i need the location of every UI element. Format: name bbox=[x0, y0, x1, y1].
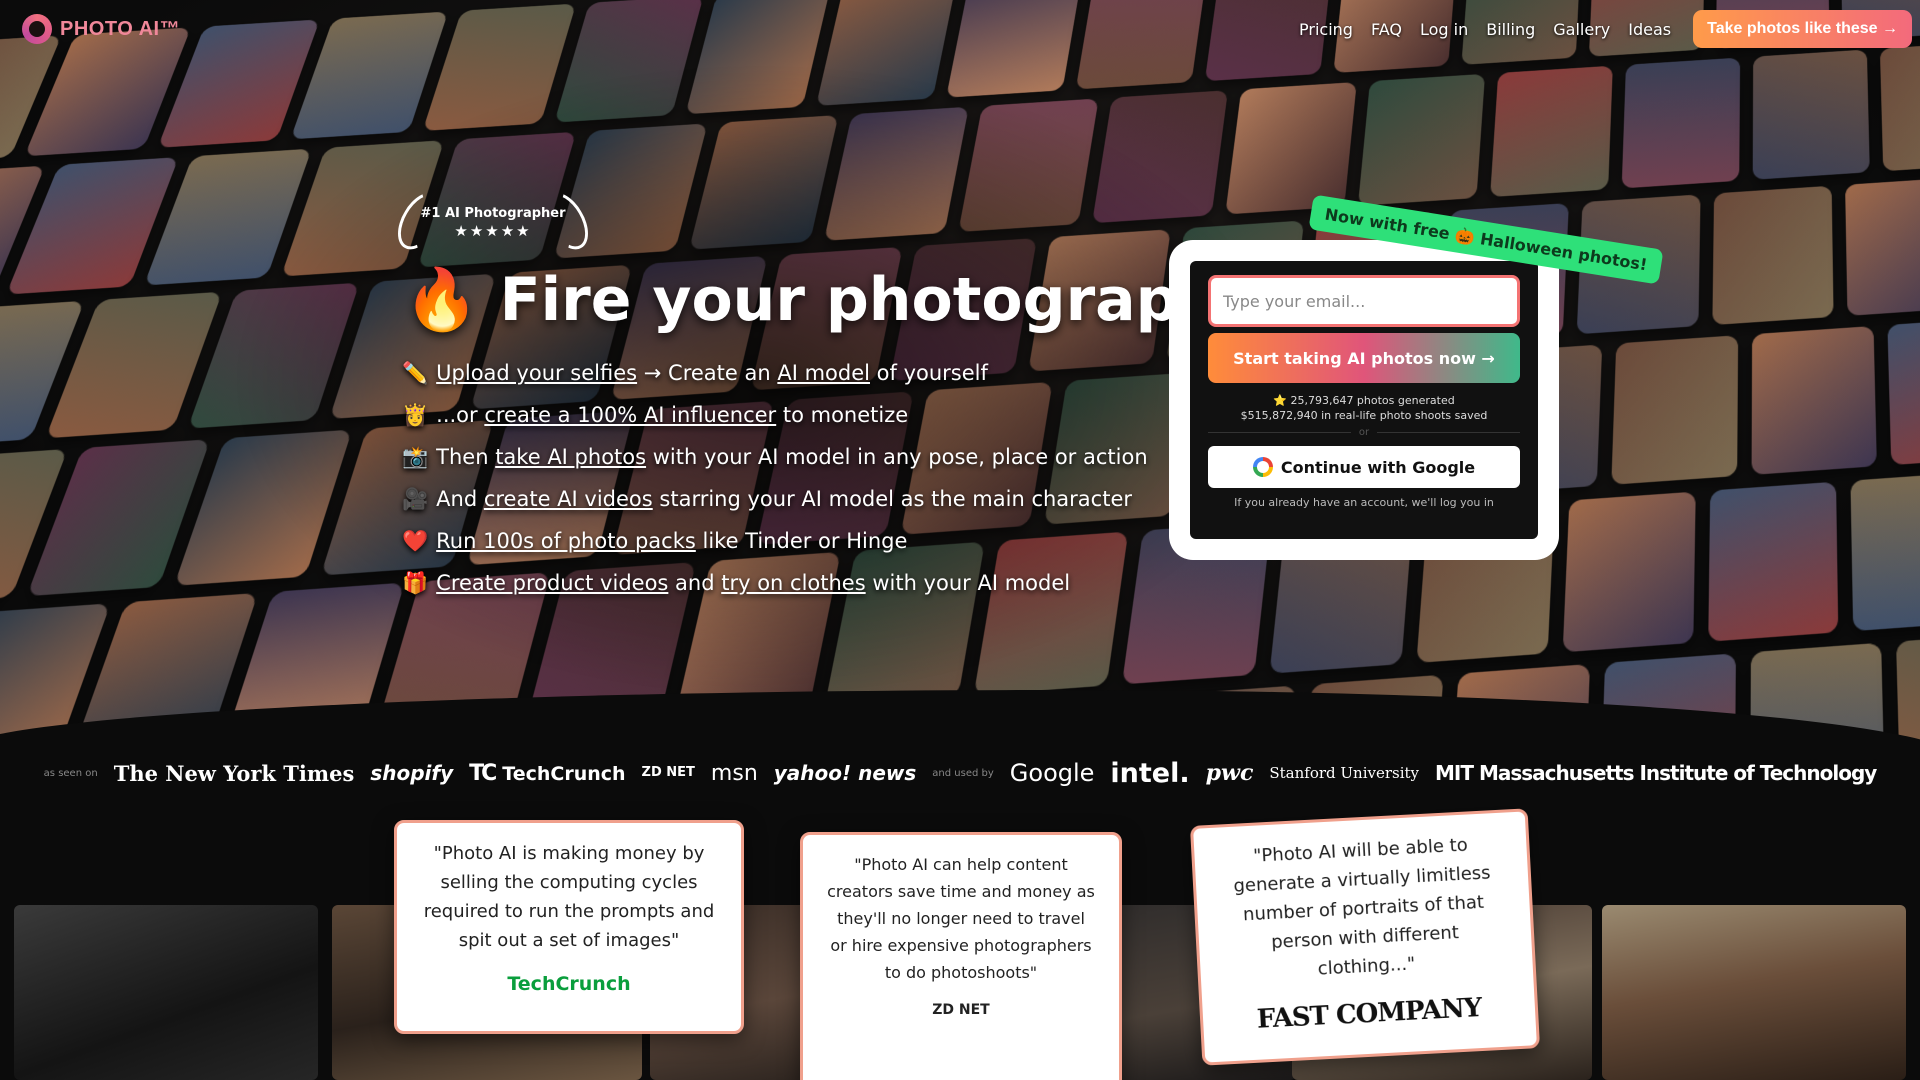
feature-item: 👸 ...or create a 100% AI influencer to mo… bbox=[402, 394, 1148, 436]
feature-text: Then bbox=[436, 445, 496, 469]
quote-card-techcrunch: "Photo AI is making money by selling the… bbox=[394, 820, 744, 1034]
feature-text: ...or bbox=[436, 403, 485, 427]
feature-text: And bbox=[436, 487, 484, 511]
start-photos-button[interactable]: Start taking AI photos now → bbox=[1208, 333, 1520, 383]
feature-text: like Tinder or Hinge bbox=[695, 529, 908, 553]
feature-item: 🎁 Create product videos and try on clothe… bbox=[402, 562, 1148, 604]
pwc-logo: pwc bbox=[1205, 760, 1254, 786]
nav-links: Pricing FAQ Log in Billing Gallery Ideas… bbox=[1299, 10, 1912, 48]
fire-icon: 🔥 bbox=[404, 265, 479, 335]
feature-link[interactable]: create AI videos bbox=[484, 487, 653, 511]
intel-logo: intel. bbox=[1110, 757, 1190, 789]
top-nav: PHOTO AI™ Pricing FAQ Log in Billing Gal… bbox=[0, 0, 1920, 60]
or-text: or bbox=[1358, 427, 1370, 438]
login-note: If you already have an account, we'll lo… bbox=[1234, 496, 1494, 509]
logo-text: PHOTO AI™ bbox=[60, 17, 181, 40]
feature-text: of yourself bbox=[869, 361, 988, 385]
award-badge: #1 AI Photographer ★★★★★ bbox=[388, 185, 598, 257]
laurel-left-icon bbox=[388, 185, 452, 257]
stanford-logo: Stanford University bbox=[1269, 764, 1420, 782]
feature-link[interactable]: AI model bbox=[777, 361, 870, 385]
used-by-label: and used by bbox=[932, 767, 994, 779]
feature-link[interactable]: try on clothes bbox=[721, 571, 865, 595]
techcrunch-logo: TC TechCrunch bbox=[469, 761, 625, 786]
feature-emoji-icon: 📸 bbox=[402, 445, 429, 469]
feature-text: starring your AI model as the main chara… bbox=[652, 487, 1133, 511]
feature-text: → Create an bbox=[637, 361, 778, 385]
email-input[interactable] bbox=[1208, 275, 1520, 327]
signup-card: Start taking AI photos now → ⭐ 25,793,64… bbox=[1169, 240, 1559, 560]
quote-source-logo: ZD NET bbox=[932, 1002, 990, 1018]
stats: ⭐ 25,793,647 photos generated $515,872,9… bbox=[1208, 393, 1520, 423]
quote-text: "Photo AI will be able to generate a vir… bbox=[1232, 834, 1492, 980]
feature-link[interactable]: Upload your selfies bbox=[436, 361, 637, 385]
nav-gallery[interactable]: Gallery bbox=[1553, 20, 1610, 39]
feature-text: with your AI model bbox=[865, 571, 1071, 595]
feature-link[interactable]: take AI photos bbox=[495, 445, 646, 469]
laurel-right-icon bbox=[534, 185, 598, 257]
quote-source-logo: FAST COMPANY bbox=[1256, 993, 1482, 1035]
feature-item: ✏️ Upload your selfies → Create an AI mod… bbox=[402, 352, 1148, 394]
google-icon bbox=[1252, 457, 1273, 477]
stats-photos: ⭐ 25,793,647 photos generated bbox=[1273, 394, 1455, 407]
msn-logo: msn bbox=[710, 760, 758, 786]
or-divider: or bbox=[1208, 427, 1520, 438]
feature-link[interactable]: create a 100% AI influencer bbox=[484, 403, 776, 427]
feature-text: and bbox=[668, 571, 722, 595]
mit-logo: MIT Massachusetts Institute of Technolog… bbox=[1435, 761, 1877, 785]
feature-emoji-icon: 🎥 bbox=[402, 487, 429, 511]
nav-login[interactable]: Log in bbox=[1420, 20, 1468, 39]
shopify-logo: shopify bbox=[370, 761, 454, 785]
bottom-photo-6 bbox=[1602, 905, 1906, 1080]
feature-text: with your AI model in any pose, place or… bbox=[646, 445, 1148, 469]
bottom-photo-1 bbox=[14, 905, 318, 1080]
badge-title: #1 AI Photographer bbox=[420, 206, 566, 221]
zdnet-logo: ZD NET bbox=[641, 765, 695, 780]
feature-item: ❤️ Run 100s of photo packs like Tinder or… bbox=[402, 520, 1148, 562]
techcrunch-logo-text: TechCrunch bbox=[502, 762, 626, 785]
stats-saved: $515,872,940 in real-life photo shoots s… bbox=[1240, 409, 1488, 422]
yahoo-news-logo: yahoo! news bbox=[773, 761, 917, 785]
signup-card-inner: Start taking AI photos now → ⭐ 25,793,64… bbox=[1190, 261, 1538, 539]
nav-billing[interactable]: Billing bbox=[1486, 20, 1535, 39]
nav-pricing[interactable]: Pricing bbox=[1299, 20, 1353, 39]
quote-text: "Photo AI is making money by selling the… bbox=[423, 843, 715, 951]
google-button-label: Continue with Google bbox=[1280, 457, 1476, 477]
feature-emoji-icon: 👸 bbox=[402, 403, 429, 427]
take-photos-button[interactable]: Take photos like these → bbox=[1693, 10, 1912, 48]
quote-text: "Photo AI can help content creators save… bbox=[827, 855, 1095, 982]
nyt-logo: The New York Times bbox=[113, 760, 355, 786]
nav-ideas[interactable]: Ideas bbox=[1628, 20, 1671, 39]
quote-source-logo: TechCrunch bbox=[507, 973, 631, 995]
logo-icon bbox=[22, 14, 52, 44]
feature-list: ✏️ Upload your selfies → Create an AI mod… bbox=[402, 352, 1148, 604]
quote-card-fastcompany: "Photo AI will be able to generate a vir… bbox=[1189, 808, 1541, 1066]
google-login-button[interactable]: Continue with Google bbox=[1208, 446, 1520, 488]
feature-link[interactable]: Run 100s of photo packs bbox=[436, 529, 696, 553]
google-logo: Google bbox=[1009, 759, 1095, 787]
badge-stars: ★★★★★ bbox=[454, 222, 532, 240]
nav-faq[interactable]: FAQ bbox=[1371, 20, 1402, 39]
feature-emoji-icon: ❤️ bbox=[402, 529, 429, 553]
logo[interactable]: PHOTO AI™ bbox=[22, 14, 180, 44]
tc-mark-icon: TC bbox=[469, 760, 497, 786]
feature-text: to monetize bbox=[776, 403, 909, 427]
hero-headline: 🔥 Fire your photographer bbox=[404, 264, 1292, 335]
feature-item: 📸 Then take AI photos with your AI model … bbox=[402, 436, 1148, 478]
feature-link[interactable]: Create product videos bbox=[436, 571, 668, 595]
feature-emoji-icon: 🎁 bbox=[402, 571, 429, 595]
as-seen-on-label: as seen on bbox=[43, 767, 98, 779]
feature-item: 🎥 And create AI videos starring your AI m… bbox=[402, 478, 1148, 520]
feature-emoji-icon: ✏️ bbox=[402, 361, 429, 385]
press-strip: as seen on The New York Times shopify TC… bbox=[0, 756, 1920, 790]
quote-card-zdnet: "Photo AI can help content creators save… bbox=[800, 832, 1122, 1080]
